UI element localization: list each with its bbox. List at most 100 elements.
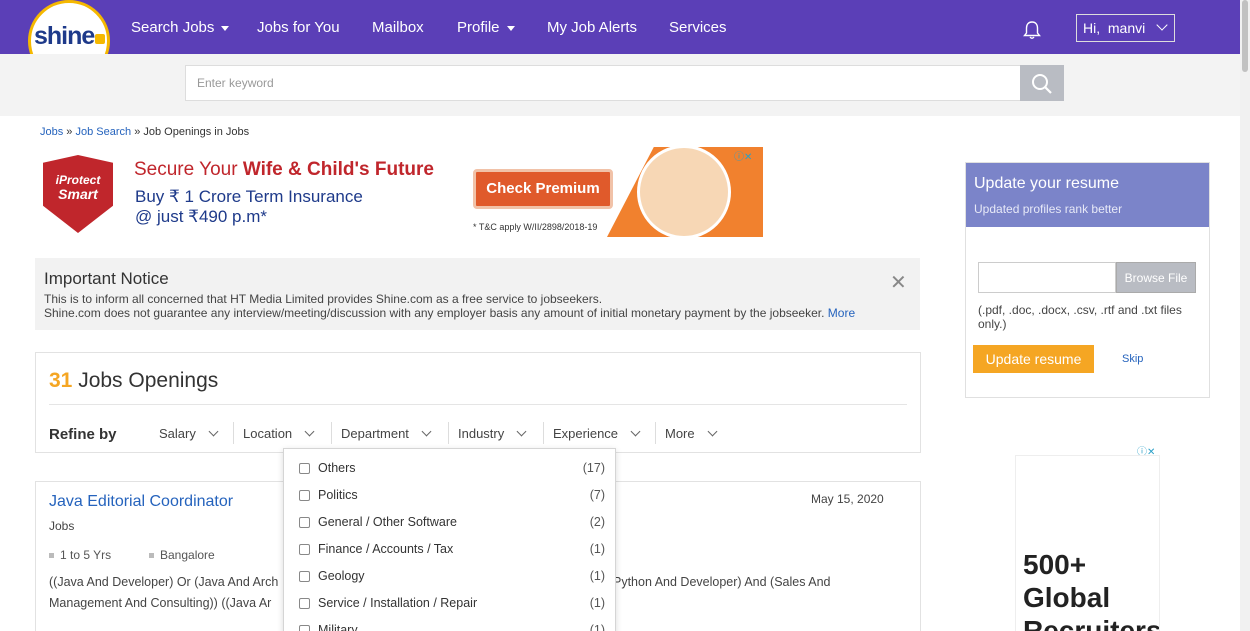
bullet-icon [149, 553, 154, 559]
filter-industry[interactable]: Industry [458, 426, 527, 441]
search-band: Enter keyword [0, 54, 1240, 116]
caret-down-icon [506, 25, 515, 31]
notice-more-link[interactable]: More [828, 306, 855, 320]
recruiters-side-ad[interactable]: 500+ Global Recruiters [1015, 455, 1160, 631]
chevron-down-icon [304, 426, 315, 437]
badge-line1: iProtect [55, 173, 101, 187]
bell-icon[interactable] [1023, 20, 1041, 40]
jobs-count-label: Jobs Openings [72, 369, 219, 392]
skip-link[interactable]: Skip [1122, 353, 1143, 365]
dept-option-count: (1) [589, 542, 605, 556]
filter-experience[interactable]: Experience [553, 426, 641, 441]
dept-option[interactable]: Politics (7) [299, 488, 605, 506]
dept-option[interactable]: General / Other Software (2) [299, 515, 605, 533]
dept-option[interactable]: Finance / Accounts / Tax (1) [299, 542, 605, 560]
checkbox[interactable] [299, 463, 310, 474]
side-ad-line2: Global [1023, 582, 1111, 613]
breadcrumb-current: Job Openings in Jobs [143, 126, 250, 138]
filter-location-label: Location [243, 426, 293, 441]
checkbox[interactable] [299, 598, 310, 609]
filter-salary[interactable]: Salary [159, 426, 219, 441]
dept-option-label: General / Other Software [318, 515, 457, 529]
search-button[interactable] [1020, 65, 1064, 101]
nav-services[interactable]: Services [669, 19, 727, 36]
filter-location[interactable]: Location [243, 426, 315, 441]
dept-option[interactable]: Geology (1) [299, 569, 605, 587]
chevron-down-icon [208, 426, 219, 437]
dept-option-label: Service / Installation / Repair [318, 596, 478, 610]
job-experience-value: 1 to 5 Yrs [60, 548, 112, 562]
checkbox[interactable] [299, 544, 310, 555]
department-dropdown: Others (17) Politics (7) General / Other S… [283, 448, 616, 631]
breadcrumb: Jobs » Job Search » Job Openings in Jobs [40, 126, 249, 138]
dept-option[interactable]: Others (17) [299, 461, 605, 479]
filter-more[interactable]: More [665, 426, 718, 441]
checkbox[interactable] [299, 625, 310, 631]
resume-panel-header: Update your resume Updated profiles rank… [966, 163, 1209, 227]
breadcrumb-job-search[interactable]: Job Search [75, 126, 131, 138]
insurance-ad-banner[interactable]: iProtect Smart Secure Your Wife & Child'… [35, 147, 763, 237]
ad-headline: Secure Your Wife & Child's Future [134, 159, 434, 181]
job-location-value: Bangalore [160, 548, 215, 562]
breadcrumb-sep: » [131, 126, 144, 138]
filter-more-label: More [665, 426, 695, 441]
adchoices-icon[interactable]: ⓘ✕ [734, 148, 762, 163]
search-input[interactable]: Enter keyword [185, 65, 1021, 101]
filter-separator [655, 422, 656, 444]
user-menu[interactable]: Hi, manvi [1076, 14, 1175, 42]
job-experience: 1 to 5 Yrs [49, 548, 111, 562]
nav-mailbox[interactable]: Mailbox [372, 19, 424, 36]
filter-department[interactable]: Department [341, 426, 432, 441]
filter-separator [543, 422, 544, 444]
checkbox[interactable] [299, 517, 310, 528]
dept-option[interactable]: Service / Installation / Repair (1) [299, 596, 605, 614]
dept-option-label: Finance / Accounts / Tax [318, 542, 454, 556]
filter-separator [448, 422, 449, 444]
filter-industry-label: Industry [458, 426, 505, 441]
dropdown-notch [367, 449, 383, 456]
page-scrollbar[interactable] [1240, 0, 1250, 631]
update-resume-panel: Update your resume Updated profiles rank… [965, 162, 1210, 398]
ad-headline-bold: Wife & Child's Future [242, 159, 434, 180]
filter-separator [331, 422, 332, 444]
nav-search-jobs[interactable]: Search Jobs [131, 19, 230, 36]
dept-option-count: (1) [589, 623, 605, 631]
scrollbar-thumb[interactable] [1242, 0, 1248, 72]
job-title-link[interactable]: Java Editorial Coordinator [49, 493, 233, 511]
close-icon[interactable]: ✕ [890, 270, 907, 295]
nav-jobs-for-you[interactable]: Jobs for You [257, 19, 340, 36]
checkbox[interactable] [299, 490, 310, 501]
notice-line1: This is to inform all concerned that HT … [44, 292, 603, 306]
filter-separator [233, 422, 234, 444]
resume-subtitle: Updated profiles rank better [974, 202, 1123, 216]
check-premium-button[interactable]: Check Premium [473, 169, 613, 209]
nav-profile[interactable]: Profile [457, 19, 515, 36]
filter-salary-label: Salary [159, 426, 196, 441]
dept-option[interactable]: Military (1) [299, 623, 605, 631]
chevron-down-icon [516, 426, 527, 437]
breadcrumb-jobs[interactable]: Jobs [40, 126, 63, 138]
checkbox[interactable] [299, 571, 310, 582]
side-ad-line1: 500+ [1023, 549, 1087, 580]
logo-dot [95, 34, 105, 44]
search-placeholder: Enter keyword [197, 76, 274, 90]
dept-option-label: Others [318, 461, 356, 475]
badge-line2: Smart [58, 186, 98, 202]
family-photo-circle [637, 147, 731, 237]
browse-file-button[interactable]: Browse File [1116, 262, 1196, 293]
iprotect-logo: iProtect Smart [43, 155, 113, 233]
update-resume-button[interactable]: Update resume [973, 345, 1094, 373]
chevron-down-icon [421, 426, 432, 437]
dept-option-count: (17) [582, 461, 605, 475]
shine-logo[interactable]: shine [28, 0, 110, 58]
filter-experience-label: Experience [553, 426, 619, 441]
resume-file-field[interactable] [978, 262, 1116, 293]
chevron-down-icon [707, 426, 718, 437]
nav-my-job-alerts[interactable]: My Job Alerts [547, 19, 637, 36]
dept-option-count: (7) [589, 488, 605, 502]
ad-terms: * T&C apply W/II/2898/2018-19 [473, 222, 598, 232]
dept-option-count: (2) [589, 515, 605, 529]
top-nav: shine Search Jobs Jobs for You Mailbox P… [0, 0, 1250, 58]
nav-services-label: Services [669, 19, 727, 36]
divider [49, 404, 907, 405]
